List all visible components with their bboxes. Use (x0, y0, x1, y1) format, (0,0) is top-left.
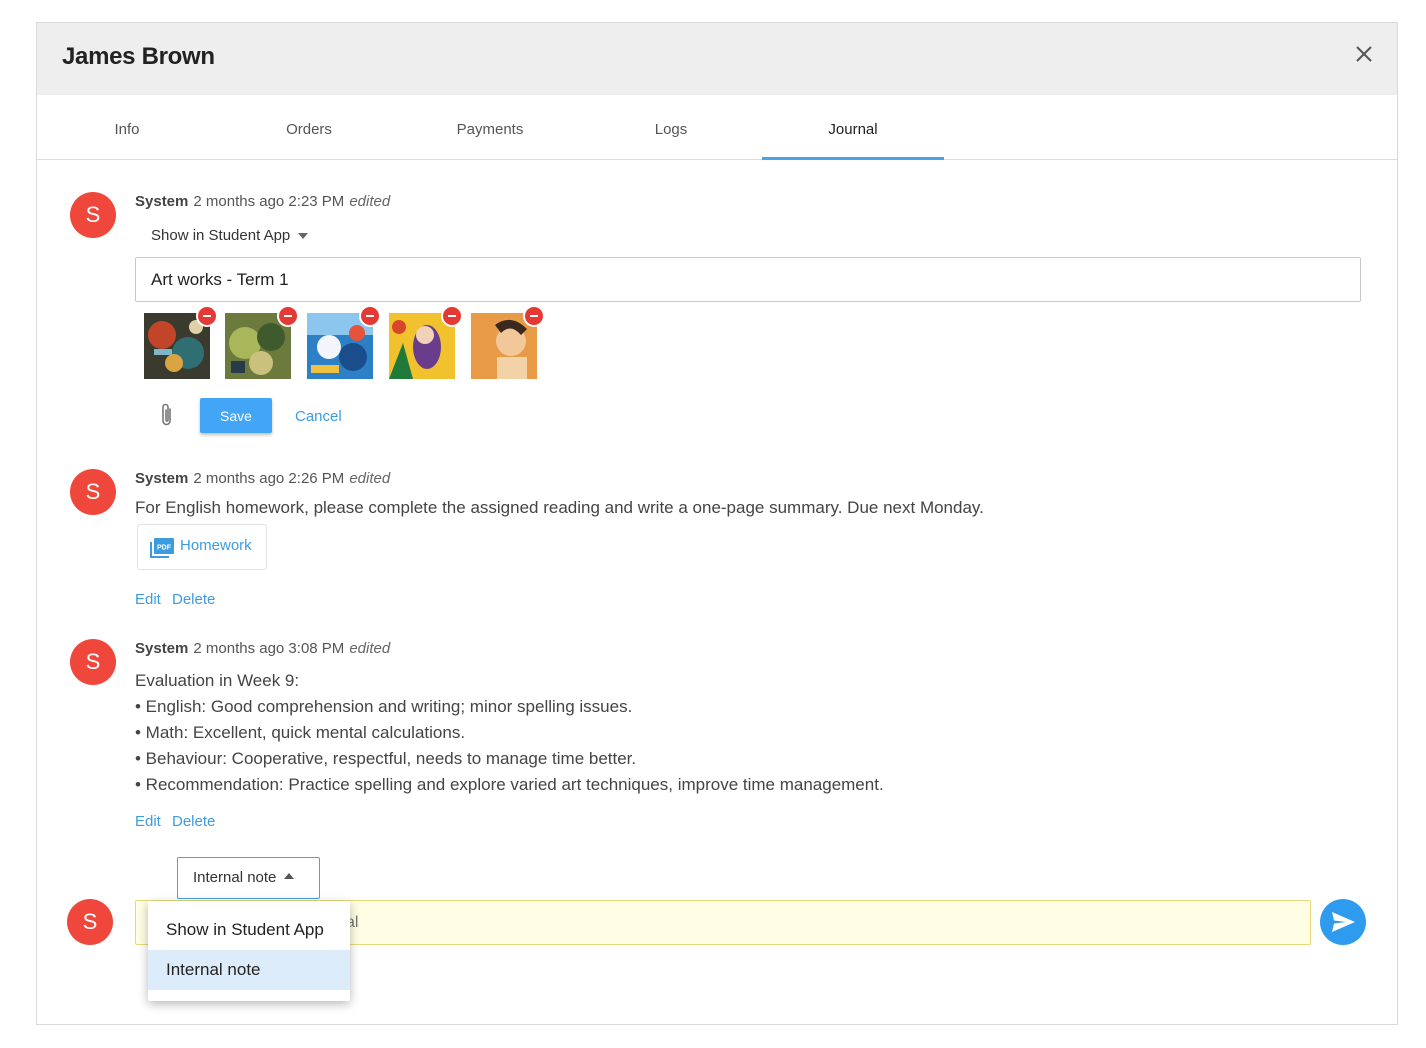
image-thumbnail[interactable] (307, 305, 381, 379)
entry-text: For English homework, please complete th… (135, 498, 984, 517)
text-line: • Behaviour: Cooperative, respectful, ne… (135, 749, 637, 768)
note-type-label: Internal note (193, 869, 277, 886)
image-thumbnail[interactable] (471, 305, 545, 379)
visibility-dropdown[interactable]: Show in Student App (151, 227, 309, 244)
avatar: S (67, 899, 113, 945)
tab-journal[interactable]: Journal (762, 95, 944, 160)
entry-meta: System 2 months ago 2:23 PM edited (135, 193, 390, 210)
avatar: S (70, 469, 116, 515)
image-thumbnail[interactable] (144, 305, 218, 379)
timestamp: 2 months ago 2:23 PM (193, 193, 345, 210)
edited-label: edited (349, 193, 391, 210)
save-button[interactable]: Save (200, 398, 272, 433)
remove-image-button[interactable] (277, 305, 299, 327)
entry-meta: System 2 months ago 2:26 PM edited (135, 470, 390, 487)
menu-item-show-in-student-app[interactable]: Show in Student App (148, 910, 350, 950)
visibility-label: Show in Student App (151, 227, 291, 244)
edit-link[interactable]: Edit (135, 813, 161, 830)
text-line: • Recommendation: Practice spelling and … (135, 775, 884, 794)
note-type-dropdown[interactable]: Internal note (177, 857, 320, 899)
avatar: S (70, 192, 116, 238)
send-button[interactable] (1320, 899, 1366, 945)
entry-text: Evaluation in Week 9: • English: Good co… (135, 668, 884, 798)
delete-link[interactable]: Delete (172, 813, 215, 830)
customer-dialog: James Brown Info Orders Payments Logs Jo… (36, 22, 1398, 1025)
author-name: System (135, 470, 189, 487)
remove-image-button[interactable] (196, 305, 218, 327)
timestamp: 2 months ago 2:26 PM (193, 470, 345, 487)
note-type-menu: Show in Student App Internal note (148, 901, 350, 1001)
tab-bar: Info Orders Payments Logs Journal (37, 95, 1397, 160)
author-name: System (135, 193, 189, 210)
edited-label: edited (349, 640, 391, 657)
attachment-card[interactable]: PDF Homework (137, 524, 267, 570)
tab-logs[interactable]: Logs (580, 95, 762, 160)
pdf-icon: PDF (150, 538, 174, 558)
tab-payments[interactable]: Payments (399, 95, 581, 160)
remove-image-button[interactable] (441, 305, 463, 327)
image-thumbnail[interactable] (389, 305, 463, 379)
svg-text:PDF: PDF (157, 545, 172, 552)
paperclip-icon[interactable] (159, 402, 175, 428)
avatar: S (70, 639, 116, 685)
dialog-header: James Brown (37, 23, 1397, 95)
caret-down-icon (298, 233, 309, 240)
entry-meta: System 2 months ago 3:08 PM edited (135, 640, 390, 657)
remove-image-button[interactable] (359, 305, 381, 327)
dialog-title: James Brown (62, 43, 215, 70)
entry-title-input[interactable] (135, 257, 1361, 302)
image-thumbnail[interactable] (225, 305, 299, 379)
text-line: Evaluation in Week 9: (135, 671, 300, 690)
edited-label: edited (349, 470, 391, 487)
edit-link[interactable]: Edit (135, 591, 161, 608)
text-line: • Math: Excellent, quick mental calculat… (135, 723, 466, 742)
delete-link[interactable]: Delete (172, 591, 215, 608)
remove-image-button[interactable] (523, 305, 545, 327)
author-name: System (135, 640, 189, 657)
attachment-label: Homework (180, 537, 252, 554)
timestamp: 2 months ago 3:08 PM (193, 640, 345, 657)
cancel-link[interactable]: Cancel (295, 408, 342, 425)
menu-item-internal-note[interactable]: Internal note (148, 950, 350, 990)
caret-up-icon (284, 873, 295, 880)
tab-info[interactable]: Info (36, 95, 218, 160)
send-icon (1332, 912, 1355, 932)
tab-orders[interactable]: Orders (218, 95, 400, 160)
text-line: • English: Good comprehension and writin… (135, 697, 633, 716)
close-icon[interactable] (1349, 39, 1379, 69)
